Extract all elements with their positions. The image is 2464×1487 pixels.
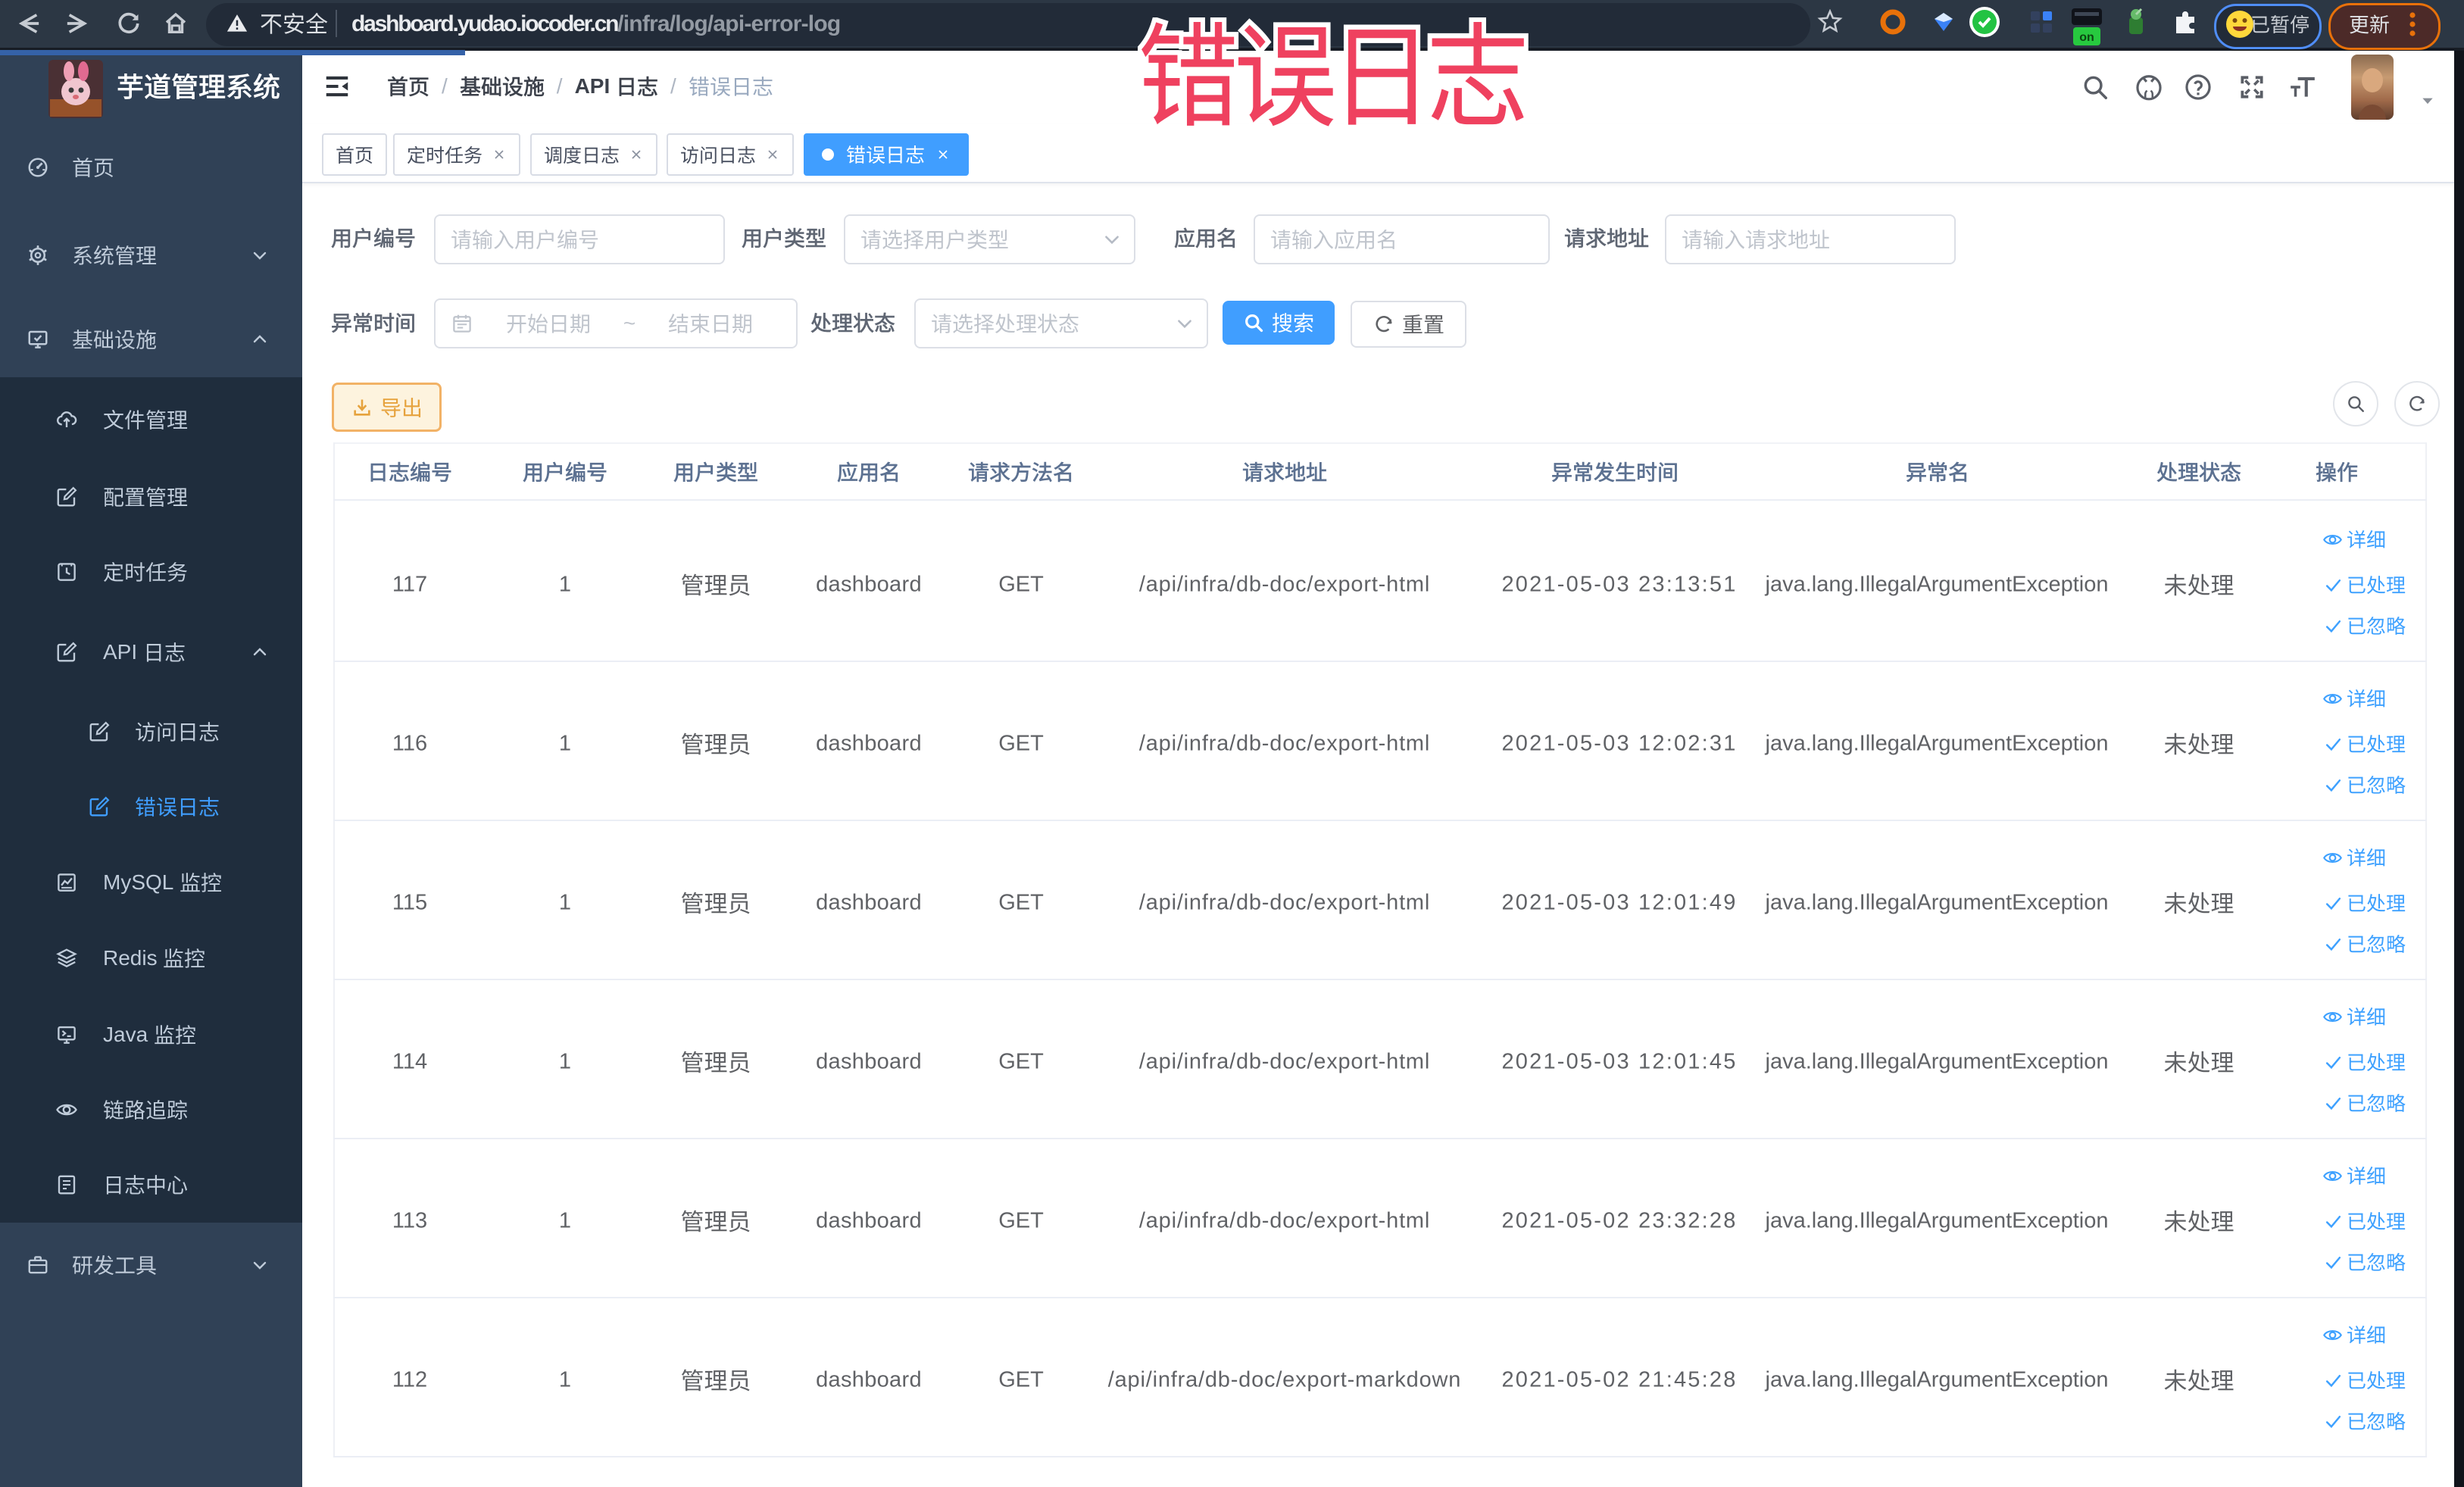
svg-text:on: on bbox=[2079, 31, 2094, 44]
